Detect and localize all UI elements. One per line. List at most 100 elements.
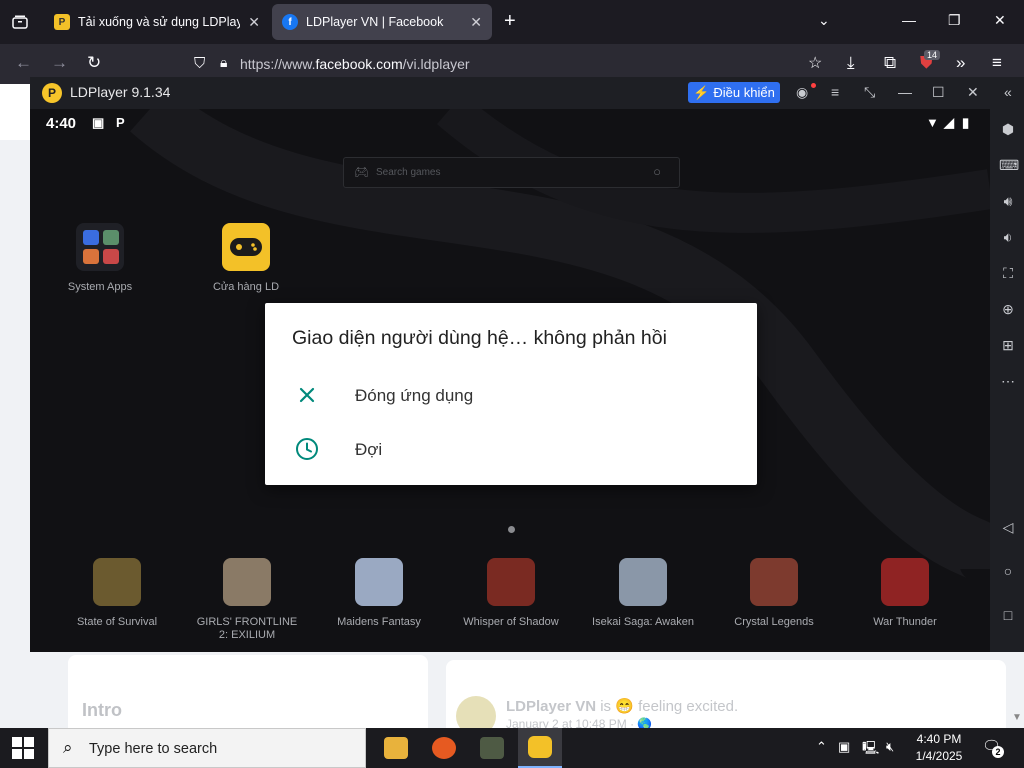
game-whisper-of-shadow[interactable]: Whisper of Shadow: [456, 558, 566, 629]
tab-list-icon[interactable]: [8, 10, 32, 34]
app-label: Crystal Legends: [734, 616, 814, 628]
device-tray-icon[interactable]: ▣: [838, 739, 850, 755]
ldplayer-logo-icon: P: [42, 83, 62, 103]
taskbar-search-placeholder: Type here to search: [89, 741, 218, 757]
forward-icon[interactable]: →: [51, 53, 68, 73]
close-tab-icon[interactable]: ✕: [470, 14, 482, 31]
download-icon[interactable]: ⤓: [847, 53, 855, 73]
settings-icon[interactable]: ⬢: [999, 121, 1017, 138]
app-label: Isekai Saga: Awaken: [592, 616, 694, 628]
keyboard-icon[interactable]: ⌨: [999, 157, 1019, 174]
intro-heading: Intro: [82, 700, 122, 720]
url-text[interactable]: https://www.facebook.com/vi.ldplayer: [240, 56, 470, 72]
post-author[interactable]: LDPlayer VN: [506, 698, 596, 715]
volume-muted-icon[interactable]: 🔇︎: [886, 739, 894, 755]
taskbar-clock[interactable]: 4:40 PM 1/4/2025: [908, 731, 970, 765]
minimize-icon[interactable]: —: [898, 84, 912, 100]
status-time: 4:40: [46, 115, 77, 132]
android-back-icon[interactable]: ◁: [999, 519, 1017, 536]
chevron-up-icon[interactable]: ⌃: [816, 739, 827, 755]
app-label: GIRLS' FRONTLINE 2: EXILIUM: [196, 616, 298, 641]
search-games-input[interactable]: 🎮︎ Search games ○: [343, 157, 680, 188]
ldplayer-taskbar-icon[interactable]: [518, 728, 562, 768]
restore-icon[interactable]: ❐: [948, 12, 961, 29]
app-label: Whisper of Shadow: [463, 616, 559, 628]
close-tab-icon[interactable]: ✕: [248, 14, 260, 31]
wait-option[interactable]: Đợi: [265, 427, 757, 473]
clock-time: 4:40 PM: [916, 732, 962, 746]
app-label: System Apps: [67, 281, 133, 293]
signal-icon: ◢: [944, 115, 954, 130]
game-launcher-icon[interactable]: [470, 728, 514, 768]
bookmark-star-icon[interactable]: ☆: [808, 53, 822, 73]
browser-tab-bar: P Tải xuống và sử dụng LDPlayer ✕ f LDPl…: [0, 0, 1024, 44]
overflow-chevrons-icon[interactable]: »: [956, 53, 965, 73]
control-button[interactable]: ⚡ Điều khiển: [688, 82, 780, 103]
game-war-thunder[interactable]: War Thunder: [850, 558, 960, 629]
game-girls-frontline-2[interactable]: GIRLS' FRONTLINE 2: EXILIUM: [192, 558, 302, 642]
lightning-icon: ⚡: [693, 84, 710, 100]
back-icon[interactable]: ←: [15, 53, 32, 73]
close-app-option[interactable]: Đóng ứng dụng: [265, 373, 757, 419]
close-icon: [299, 387, 315, 403]
post-activity: is 😁 feeling excited.: [600, 698, 739, 715]
android-home-icon[interactable]: ○: [999, 563, 1017, 579]
ldplayer-status-icon: P: [116, 115, 125, 130]
windows-start-icon[interactable]: [12, 737, 34, 759]
game-isekai-saga[interactable]: Isekai Saga: Awaken: [588, 558, 698, 629]
menu-icon[interactable]: ≡: [831, 84, 839, 100]
ldplayer-window-title: LDPlayer 9.1.34: [70, 84, 171, 100]
collapse-sidebar-icon[interactable]: «: [1004, 84, 1012, 100]
page-indicator: [508, 526, 515, 533]
search-icon: ⌕: [63, 738, 73, 757]
url-bar[interactable]: ⛉ 🔒︎ https://www.facebook.com/vi.ldplaye…: [186, 49, 836, 79]
facebook-left-card: [0, 84, 30, 140]
screenshot-icon[interactable]: ⛶: [999, 265, 1017, 282]
add-icon[interactable]: ⊞: [999, 337, 1017, 354]
lock-icon[interactable]: 🔒︎: [220, 54, 227, 71]
game-crystal-legends[interactable]: Crystal Legends: [719, 558, 829, 629]
account-icon[interactable]: ◉: [796, 84, 808, 101]
notification-a-icon: ▣: [92, 115, 105, 130]
volume-down-icon[interactable]: 🔉︎: [999, 229, 1017, 246]
taskbar-search-input[interactable]: ⌕ Type here to search: [48, 728, 366, 768]
app-system-apps[interactable]: System Apps: [45, 223, 155, 294]
game-maidens-fantasy[interactable]: Maidens Fantasy: [324, 558, 434, 629]
close-window-icon[interactable]: ✕: [994, 12, 1006, 29]
clock-icon: [296, 438, 318, 460]
ldplayer-window: P LDPlayer 9.1.34 ⚡ Điều khiển ◉ ≡ ⤡ — ☐…: [30, 77, 1024, 652]
game-state-of-survival[interactable]: State of Survival: [62, 558, 172, 629]
maximize-icon[interactable]: ☐: [932, 84, 945, 101]
chevron-down-icon[interactable]: ⌄: [818, 12, 830, 29]
app-label: War Thunder: [873, 616, 937, 628]
app-not-responding-dialog: Giao diện người dùng hệ… không phản hồi …: [265, 303, 757, 485]
gamepad-icon: 🎮︎: [354, 165, 370, 179]
ld-store-icon: [222, 223, 270, 271]
url-domain: facebook.com: [315, 56, 403, 72]
tab-title: Tải xuống và sử dụng LDPlayer: [78, 15, 241, 29]
volume-up-icon[interactable]: 🔊︎: [999, 193, 1017, 210]
facebook-icon: f: [282, 14, 298, 30]
firefox-icon[interactable]: [422, 728, 466, 768]
more-icon[interactable]: ⋯: [999, 373, 1017, 390]
apk-install-icon[interactable]: ⊕: [999, 301, 1017, 318]
system-apps-folder-icon: [76, 223, 124, 271]
shield-icon[interactable]: ⛉: [194, 55, 205, 72]
android-screen: 4:40 ▣ P ▼ ◢ ▮ 🎮︎ Search games ○ System …: [30, 109, 990, 652]
scroll-down-icon[interactable]: ▼: [1012, 712, 1022, 723]
file-explorer-icon[interactable]: [374, 728, 418, 768]
war-thunder-icon: [881, 558, 929, 606]
network-icon[interactable]: 🖳︎: [862, 739, 879, 761]
shrink-icon[interactable]: ⤡: [864, 84, 875, 101]
android-recents-icon[interactable]: □: [999, 607, 1017, 623]
tab-ldplayer-download[interactable]: P Tải xuống và sử dụng LDPlayer ✕: [44, 4, 270, 40]
app-ld-store[interactable]: Cửa hàng LD: [191, 223, 301, 294]
close-icon[interactable]: ✕: [967, 84, 979, 101]
extensions-icon[interactable]: ⧉: [884, 53, 896, 73]
new-tab-icon[interactable]: +: [504, 10, 516, 33]
reload-icon[interactable]: ↻: [87, 53, 101, 73]
state-of-survival-icon: [93, 558, 141, 606]
menu-icon[interactable]: ≡: [992, 53, 1002, 73]
tab-ldplayer-facebook[interactable]: f LDPlayer VN | Facebook ✕: [272, 4, 492, 40]
minimize-icon[interactable]: —: [902, 12, 916, 28]
